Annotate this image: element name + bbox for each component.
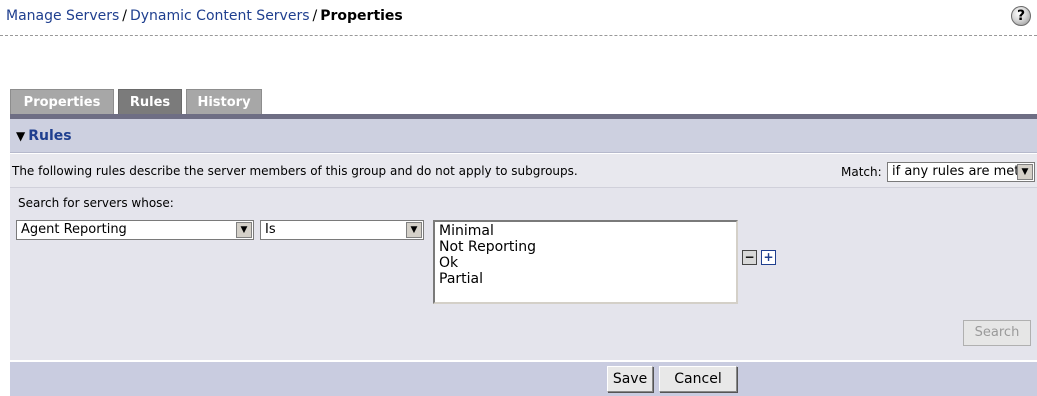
field-select[interactable]: Agent Reporting ▼ [16, 220, 254, 240]
rules-description: The following rules describe the server … [12, 164, 578, 178]
footer-bar: Save Cancel [10, 362, 1037, 396]
breadcrumb: Manage Servers / Dynamic Content Servers / P… [6, 8, 403, 24]
chevron-down-icon[interactable]: ▼ [1017, 164, 1033, 180]
search-label: Search for servers whose: [18, 196, 174, 210]
operator-select[interactable]: Is ▼ [260, 220, 424, 240]
chevron-down-icon[interactable]: ▼ [406, 222, 422, 238]
operator-select-value: Is [265, 222, 276, 237]
cancel-button[interactable]: Cancel [659, 366, 737, 392]
listbox-option[interactable]: Ok [439, 255, 732, 271]
listbox-option[interactable]: Minimal [439, 223, 732, 239]
page-title: Properties [320, 8, 403, 24]
listbox-option[interactable]: Partial [439, 271, 732, 287]
breadcrumb-separator: / [312, 8, 318, 24]
chevron-down-icon[interactable]: ▼ [236, 222, 252, 238]
tab-history[interactable]: History [186, 89, 262, 114]
rules-section-toggle[interactable]: ▼ Rules [16, 128, 72, 144]
rules-panel: Search for servers whose: Agent Reportin… [10, 188, 1037, 360]
listbox-option[interactable]: Not Reporting [439, 239, 732, 255]
match-select[interactable]: if any rules are met ▼ [887, 162, 1035, 182]
search-button[interactable]: Search [963, 320, 1031, 346]
field-select-value: Agent Reporting [21, 222, 127, 237]
tab-rules[interactable]: Rules [118, 89, 182, 114]
match-select-value: if any rules are met [892, 164, 1020, 179]
rules-section-header: ▼ Rules [10, 119, 1037, 153]
value-listbox[interactable]: Minimal Not Reporting Ok Partial [433, 220, 738, 304]
section-title: Rules [28, 128, 72, 144]
tab-properties[interactable]: Properties [10, 89, 114, 114]
collapse-triangle-icon: ▼ [16, 129, 26, 143]
rules-description-row: The following rules describe the server … [10, 154, 1037, 188]
breadcrumb-separator: / [122, 8, 127, 24]
remove-rule-icon[interactable]: − [742, 250, 757, 265]
breadcrumb-link-dynamic-content-servers[interactable]: Dynamic Content Servers [130, 8, 310, 24]
match-label: Match: [841, 165, 882, 179]
save-button[interactable]: Save [607, 366, 653, 392]
breadcrumb-link-manage-servers[interactable]: Manage Servers [6, 8, 119, 24]
page-header: Manage Servers / Dynamic Content Servers / P… [0, 0, 1037, 36]
add-rule-icon[interactable]: + [761, 250, 776, 265]
help-icon[interactable]: ? [1011, 6, 1031, 26]
